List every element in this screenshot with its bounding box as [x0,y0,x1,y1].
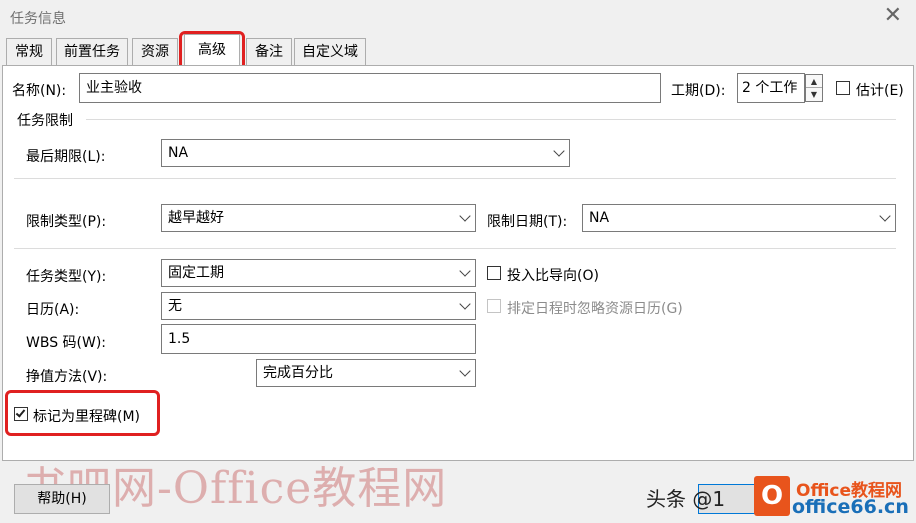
duration-spinner[interactable]: ▲ ▼ [805,74,823,102]
earned-value-label: 挣值方法(V): [26,369,108,385]
logo-text-secondary: office66.cn [792,496,909,518]
ignore-resource-calendars-checkbox[interactable] [487,299,501,313]
chevron-down-icon [459,265,471,277]
section-divider [86,119,896,120]
estimate-label: 估计(E) [856,83,904,99]
estimate-checkbox[interactable] [836,81,850,95]
close-icon[interactable]: ✕ [884,4,902,28]
divider [14,178,896,179]
task-type-dropdown[interactable]: 固定工期 [161,259,476,287]
tab-notes[interactable]: 备注 [246,38,292,66]
constraint-type-dropdown[interactable]: 越早越好 [161,204,476,232]
window-title: 任务信息 [10,11,66,27]
name-label: 名称(N): [12,83,67,99]
spin-up-icon[interactable]: ▲ [806,75,822,88]
office-logo-icon: O [754,476,790,516]
effort-driven-label: 投入比导向(O) [507,268,599,284]
spin-down-icon[interactable]: ▼ [806,88,822,101]
site-logo: O Office教程网 office66.cn [748,470,914,522]
effort-driven-checkbox[interactable] [487,266,501,280]
credit-text: 头条 @1 [646,487,726,511]
chevron-down-icon [459,210,471,222]
constraint-date-label: 限制日期(T): [487,214,568,230]
ignore-resource-calendars-label: 排定日程时忽略资源日历(G) [507,301,683,317]
chevron-down-icon [553,145,565,157]
tab-resources[interactable]: 资源 [132,38,178,66]
chevron-down-icon [879,210,891,222]
constraint-date-value: NA [589,210,610,226]
earned-value-value: 完成百分比 [263,365,333,381]
duration-input[interactable]: 2 个工作 [737,73,805,103]
tab-custom-fields[interactable]: 自定义域 [294,38,366,66]
task-type-label: 任务类型(Y): [26,269,107,285]
calendar-value: 无 [168,298,182,314]
wbs-input[interactable]: 1.5 [161,324,476,354]
help-button[interactable]: 帮助(H) [14,484,110,514]
calendar-label: 日历(A): [26,302,80,318]
divider [14,248,896,249]
task-type-value: 固定工期 [168,265,224,281]
constraint-type-label: 限制类型(P): [26,214,107,230]
chevron-down-icon [459,365,471,377]
constraints-section-label: 任务限制 [17,113,73,129]
wbs-label: WBS 码(W): [26,335,107,351]
deadline-dropdown[interactable]: NA [161,139,570,167]
tab-predecessors[interactable]: 前置任务 [56,38,128,66]
tab-general[interactable]: 常规 [6,38,52,66]
calendar-dropdown[interactable]: 无 [161,292,476,320]
earned-value-dropdown[interactable]: 完成百分比 [256,359,476,387]
milestone-highlight-box [5,390,160,436]
name-input[interactable]: 业主验收 [79,73,661,103]
deadline-label: 最后期限(L): [26,149,106,165]
constraint-type-value: 越早越好 [168,210,224,226]
deadline-value: NA [168,145,189,161]
constraint-date-dropdown[interactable]: NA [582,204,896,232]
duration-label: 工期(D): [671,83,726,99]
chevron-down-icon [459,298,471,310]
